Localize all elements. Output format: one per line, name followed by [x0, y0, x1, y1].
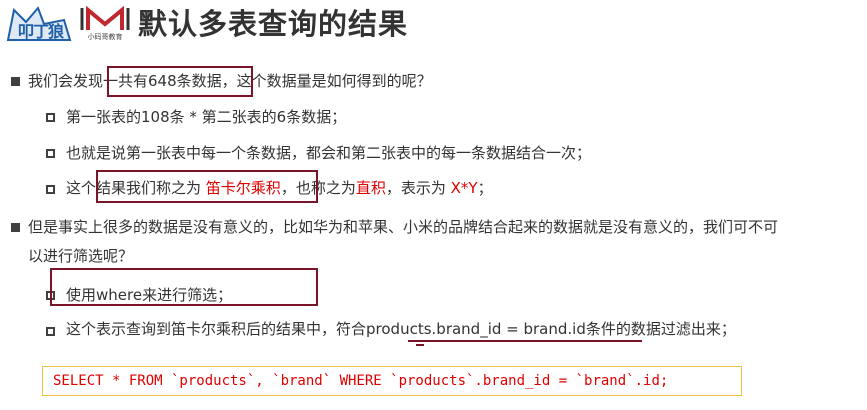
sub-1-1-text: 第一张表的108条 * 第二张表的6条数据；	[66, 108, 347, 126]
sub-1-3-post: ；	[477, 179, 493, 197]
highlight-underline-condition	[408, 340, 642, 342]
bullet-square-icon	[11, 223, 20, 232]
point-2-line-1: 但是事实上很多的数据是没有意义的，比如华为和苹果、小米的品牌结合起来的数据就是没…	[28, 218, 779, 236]
fox-logo-text: 叩丁狼	[18, 22, 64, 41]
sub-1-2-text: 也就是说第一张表中每一个条数据，都会和第二张表中的每一条数据结合一次；	[66, 144, 592, 162]
sub-1-3-boxed: 结果我们称之为	[96, 179, 206, 197]
bullet-box-icon	[46, 113, 55, 122]
m-logo-text: 小码哥教育	[87, 33, 123, 41]
bullet-box-icon	[46, 185, 55, 194]
bullet-box-icon	[46, 327, 55, 336]
highlight-underline-mark	[416, 344, 424, 346]
point-1-line: 我们会发现一共有648条数据，这个数据量是如何得到的呢？	[28, 70, 432, 92]
sub-2-2-cond: products.brand_id = brand.id	[366, 320, 586, 338]
sql-code-block: SELECT * FROM `products`, `brand` WHERE …	[42, 366, 742, 396]
sub-1-3-mid2: ，表示为	[385, 179, 451, 197]
cartesian-product-term: 笛卡尔乘积	[205, 179, 281, 197]
point-1-post: ，这个数据量是如何得到的呢？	[221, 72, 432, 90]
sub-2-1-text: 使用where来进行筛选；	[66, 286, 233, 304]
page-title: 默认多表查询的结果	[138, 7, 409, 41]
m-logo-icon	[80, 5, 130, 30]
bullet-box-icon	[46, 149, 55, 158]
bullet-box-icon	[46, 291, 55, 300]
bullet-square-icon	[11, 77, 20, 86]
direct-product-term: 直积	[355, 179, 386, 197]
m-logo: 小码哥教育	[78, 5, 132, 44]
sub-1-3-mid: ，也称之为	[280, 179, 356, 197]
point-1-pre: 我们会发现	[28, 72, 104, 90]
sub-1-3-pre: 这个	[66, 179, 97, 197]
sub-1-3-line: 这个结果我们称之为 笛卡尔乘积，也称之为直积，表示为 X*Y；	[66, 177, 493, 199]
logo: 叩丁狼 小码哥教育	[4, 4, 132, 44]
point-1-boxed: 一共有648条数据	[103, 72, 222, 90]
sub-2-2-post: 条件的数据过滤出来；	[585, 320, 736, 338]
xy-term: X*Y	[450, 179, 478, 197]
sub-2-2-line: 这个表示查询到笛卡尔乘积后的结果中，符合products.brand_id = …	[66, 318, 736, 340]
point-2-line-2: 以进行筛选呢？	[28, 247, 134, 265]
sub-2-2-pre: 这个表示查询到笛卡尔乘积后的结果中，符合	[66, 320, 367, 338]
